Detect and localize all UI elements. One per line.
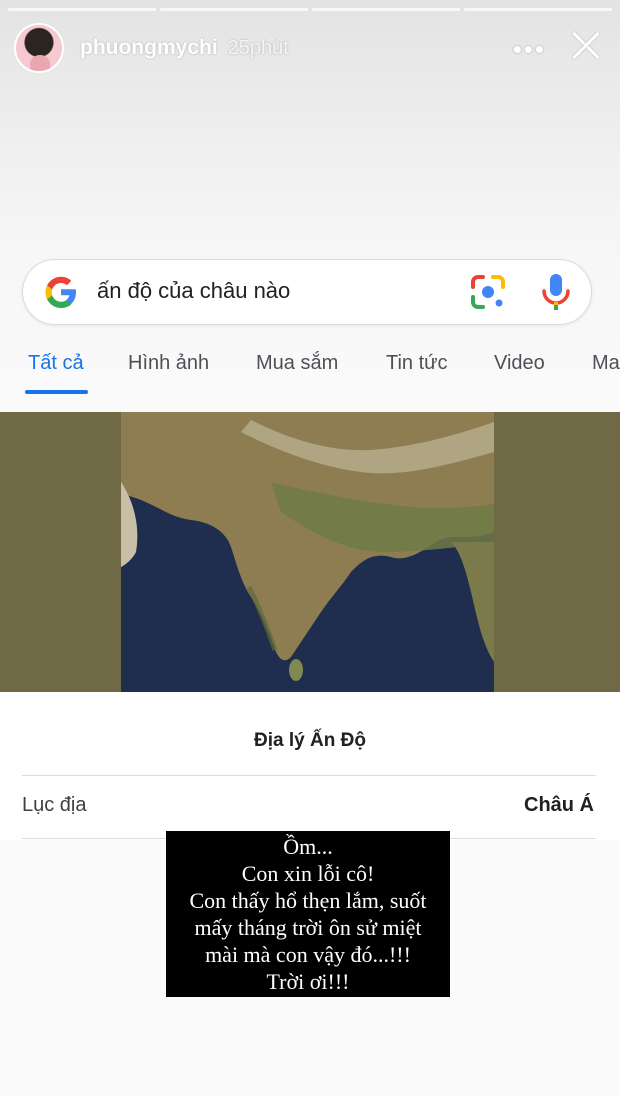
caption-line: Con thấy hổ thẹn lắm, suốt bbox=[189, 888, 427, 913]
progress-segment bbox=[464, 8, 612, 11]
caption-line: Trời ơi!!! bbox=[266, 969, 350, 994]
story-time: 25phút bbox=[227, 36, 289, 59]
tab-images[interactable]: Hình ảnh bbox=[128, 352, 209, 375]
tab-more[interactable]: Ma bbox=[592, 352, 620, 375]
active-tab-indicator bbox=[25, 390, 88, 394]
close-icon[interactable] bbox=[566, 26, 606, 66]
story-header: phuongmychi 25phút ••• bbox=[14, 23, 606, 73]
tab-shopping[interactable]: Mua sắm bbox=[256, 352, 338, 375]
knowledge-card: Địa lý Ấn Độ Lục địa Châu Á bbox=[0, 412, 620, 840]
progress-segment bbox=[160, 8, 308, 11]
continent-value[interactable]: Châu Á bbox=[524, 794, 594, 817]
caption-line: Ồm... bbox=[283, 834, 333, 859]
progress-segment bbox=[8, 8, 156, 11]
avatar[interactable] bbox=[14, 23, 64, 73]
caption-line: mấy tháng trời ôn sử miệt bbox=[194, 915, 422, 940]
story-caption: Ồm... Con xin lỗi cô! Con thấy hổ thẹn l… bbox=[166, 831, 450, 997]
search-bar[interactable]: ấn độ của châu nào bbox=[22, 259, 592, 325]
card-title[interactable]: Địa lý Ấn Độ bbox=[0, 730, 620, 752]
caption-line: Con xin lỗi cô! bbox=[241, 861, 375, 886]
divider bbox=[22, 775, 596, 776]
mic-icon[interactable] bbox=[539, 272, 573, 312]
username[interactable]: phuongmychi bbox=[80, 36, 218, 60]
search-query[interactable]: ấn độ của châu nào bbox=[97, 278, 290, 304]
tab-news[interactable]: Tin tức bbox=[386, 352, 448, 375]
story-progress-bar bbox=[8, 8, 612, 11]
search-tabs: Tất cả Hình ảnh Mua sắm Tin tức Video Ma bbox=[0, 350, 620, 396]
more-options-icon[interactable]: ••• bbox=[513, 34, 546, 65]
india-satellite-map[interactable] bbox=[121, 412, 494, 692]
continent-label: Lục địa bbox=[22, 794, 87, 816]
tab-all[interactable]: Tất cả bbox=[28, 352, 84, 375]
caption-line: mài mà con vậy đó...!!! bbox=[205, 942, 411, 967]
lens-icon[interactable] bbox=[469, 273, 507, 311]
google-g-icon bbox=[45, 276, 76, 308]
progress-segment bbox=[312, 8, 460, 11]
tab-video[interactable]: Video bbox=[494, 352, 545, 375]
